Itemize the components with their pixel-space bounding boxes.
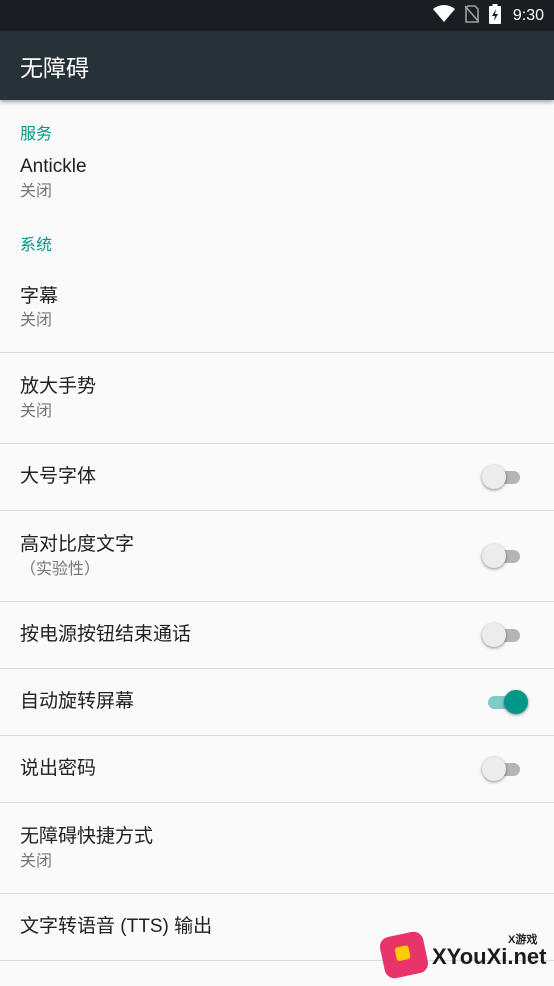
status-time: 9:30 (512, 6, 544, 24)
setting-magnification-gestures[interactable]: 放大手势 关闭 (0, 353, 554, 444)
wifi-icon (432, 4, 455, 27)
setting-title: 说出密码 (20, 758, 97, 780)
settings-list: 服务 Antickle 关闭 系统 字幕 关闭 放大手势 关闭 大号字体 高对比… (0, 100, 554, 961)
page-title: 无障碍 (20, 54, 89, 81)
setting-summary: （实验性） (20, 560, 101, 578)
power-button-ends-call-toggle[interactable] (482, 623, 524, 647)
setting-summary: 关闭 (20, 312, 53, 330)
setting-title: 高对比度文字 (20, 534, 135, 556)
setting-power-button-ends-call[interactable]: 按电源按钮结束通话 (0, 602, 554, 669)
setting-accessibility-shortcut[interactable]: 无障碍快捷方式 关闭 (0, 803, 554, 894)
setting-speak-passwords[interactable]: 说出密码 (0, 736, 554, 803)
setting-title: 自动旋转屏幕 (20, 691, 135, 713)
auto-rotate-screen-toggle[interactable] (484, 690, 528, 714)
status-bar: 9:30 (0, 0, 554, 31)
watermark-brand: XYouXi.net (432, 944, 547, 969)
watermark: X游戏 XYouXi.net (378, 928, 550, 981)
no-sim-icon (464, 4, 480, 27)
setting-summary: 关闭 (20, 402, 53, 420)
setting-summary: 关闭 (20, 852, 53, 870)
battery-charging-icon (488, 3, 501, 28)
setting-captions[interactable]: 字幕 关闭 (0, 263, 554, 353)
app-bar: 无障碍 (0, 31, 554, 100)
setting-high-contrast-text[interactable]: 高对比度文字 （实验性） (0, 511, 554, 602)
setting-title: 放大手势 (20, 376, 97, 398)
setting-title: 按电源按钮结束通话 (20, 624, 192, 646)
gamepad-logo-icon (378, 929, 430, 981)
setting-title: Antickle (20, 156, 87, 178)
setting-large-text[interactable]: 大号字体 (0, 444, 554, 511)
setting-title: 无障碍快捷方式 (20, 826, 154, 848)
high-contrast-text-toggle[interactable] (482, 544, 524, 568)
setting-antickle[interactable]: Antickle 关闭 (0, 143, 554, 213)
setting-summary: 关闭 (20, 182, 53, 200)
speak-passwords-toggle[interactable] (482, 757, 524, 781)
setting-title: 大号字体 (20, 466, 97, 488)
large-text-toggle[interactable] (482, 465, 524, 489)
setting-auto-rotate-screen[interactable]: 自动旋转屏幕 (0, 669, 554, 736)
setting-title: 字幕 (20, 285, 59, 307)
